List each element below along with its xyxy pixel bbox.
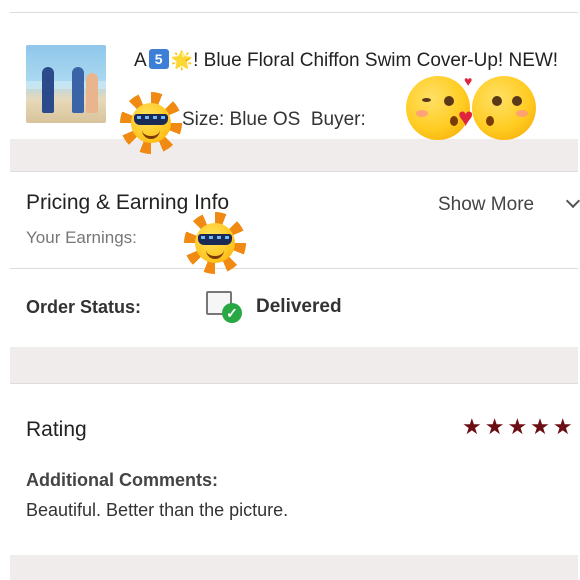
show-more-button[interactable]: Show More xyxy=(438,194,534,216)
product-thumbnail[interactable] xyxy=(26,45,106,123)
sun-sunglasses-emoji xyxy=(120,92,182,154)
section-gap xyxy=(10,555,578,580)
sun-sunglasses-emoji xyxy=(184,212,246,274)
additional-comments-label: Additional Comments: xyxy=(26,470,218,490)
delivered-status: Delivered xyxy=(256,296,342,317)
earnings-label: Your Earnings: xyxy=(26,228,137,247)
rating-section: Rating ★★★★★ Additional Comments: Beauti… xyxy=(10,384,578,554)
keycap-five-icon: 5 xyxy=(148,49,169,69)
check-circle-icon: ✓ xyxy=(222,303,242,323)
heart-icon: ♥ xyxy=(458,102,474,132)
order-status-row: Order Status: ✓ Delivered xyxy=(10,269,578,347)
buyer-label: Buyer: xyxy=(310,109,366,130)
heart-icon: ♥ xyxy=(464,73,473,89)
kissing-faces-emoji: ♥ ♥ xyxy=(402,68,542,144)
product-meta: Size: Blue OS Buyer: xyxy=(182,109,366,131)
rating-title: Rating xyxy=(26,418,87,441)
title-prefix: A xyxy=(134,50,147,71)
chevron-down-icon[interactable] xyxy=(565,193,580,209)
order-status-label: Order Status: xyxy=(26,297,142,317)
section-gap xyxy=(10,347,578,383)
comment-text: Beautiful. Better than the picture. xyxy=(26,500,289,520)
star-rating: ★★★★★ xyxy=(462,414,576,439)
sparkle-star-icon: 🌟 xyxy=(170,50,194,70)
pricing-section[interactable]: Pricing & Earning Info Your Earnings: Sh… xyxy=(10,172,580,268)
size-label: Size: Blue OS xyxy=(182,109,301,130)
